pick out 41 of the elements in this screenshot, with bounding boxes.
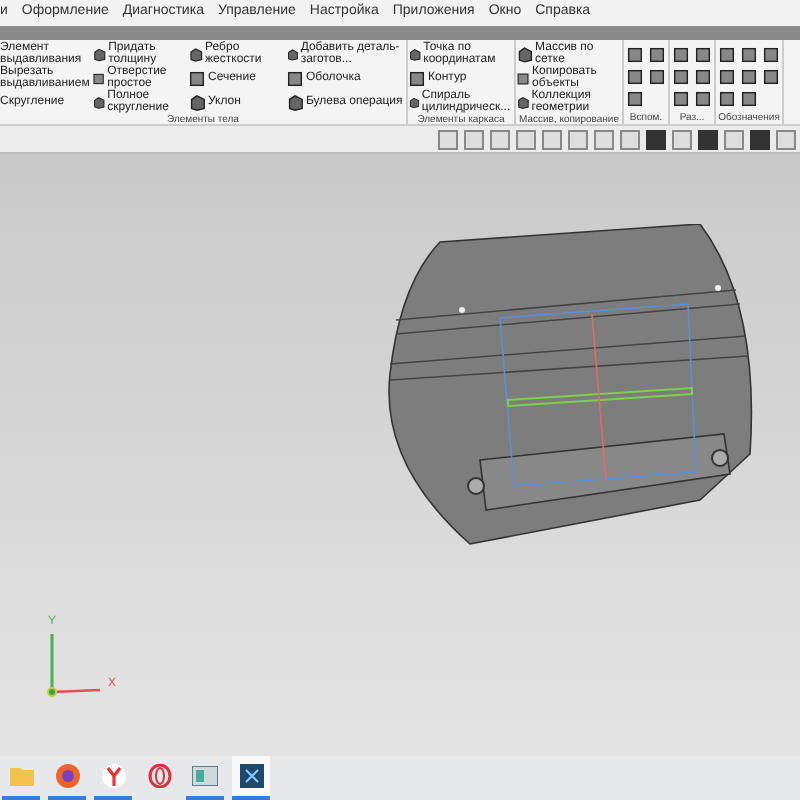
square-icon (718, 68, 736, 86)
globe-icon (55, 764, 79, 788)
square-icon (648, 46, 666, 64)
square-icon (648, 68, 666, 86)
cube-icon (516, 93, 530, 111)
square-icon (672, 68, 690, 86)
square-icon (762, 46, 780, 64)
cube-icon (408, 93, 420, 111)
cube-icon (516, 45, 534, 63)
square-icon (718, 90, 736, 108)
square-icon (672, 90, 690, 108)
square-icon (740, 46, 758, 64)
square-icon (626, 68, 644, 86)
ring-icon (147, 764, 171, 788)
cube-icon (188, 45, 204, 63)
taskbar-button[interactable] (232, 756, 270, 800)
cube-icon (286, 93, 304, 111)
cube-icon (92, 93, 106, 111)
square-icon (718, 46, 736, 64)
folder-icon (9, 766, 33, 786)
square-icon (694, 46, 712, 64)
app-icon (239, 764, 263, 788)
square-icon (626, 46, 644, 64)
y-browser-icon (101, 764, 125, 788)
square-icon (626, 90, 644, 108)
square-icon (286, 69, 304, 87)
square-icon (740, 68, 758, 86)
square-icon (92, 69, 106, 87)
window-icon (192, 766, 218, 786)
square-icon (672, 46, 690, 64)
cube-icon (92, 45, 107, 63)
square-icon (740, 90, 758, 108)
square-icon (516, 69, 531, 87)
square-icon (408, 69, 426, 87)
square-icon (694, 68, 712, 86)
cube-icon (188, 93, 206, 111)
square-icon (694, 90, 712, 108)
square-icon (188, 69, 206, 87)
cube-icon (408, 45, 422, 63)
cube-icon (286, 45, 299, 63)
square-icon (762, 68, 780, 86)
